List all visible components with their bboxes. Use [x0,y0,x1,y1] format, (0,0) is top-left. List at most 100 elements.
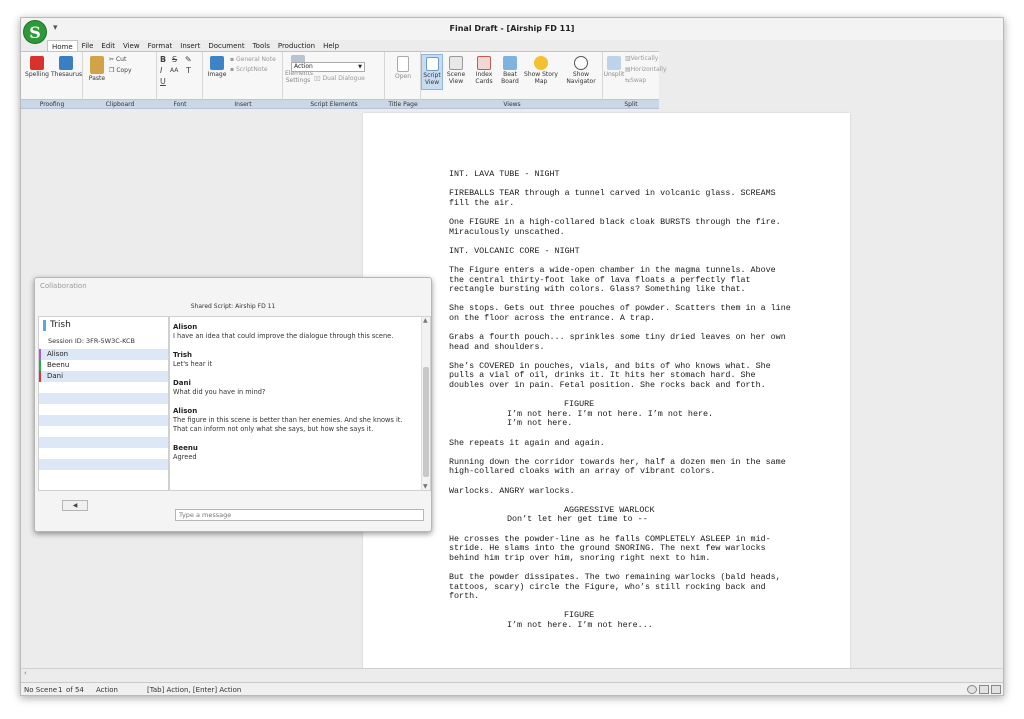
participant-beenu[interactable]: Beenu [39,360,168,371]
participant-empty-row [39,437,168,448]
script-action[interactable]: Running down the corridor towards her, h… [449,457,794,477]
script-action[interactable]: She repeats it again and again. [449,438,794,449]
underline-button[interactable]: U [160,77,166,86]
element-type-select[interactable]: Action ▼ [291,62,365,72]
chat-message-input[interactable] [175,509,424,521]
chat-message-author: Beenu [173,444,198,452]
highlight-pen-icon[interactable]: ✎ [185,55,192,64]
split-horizontally-button[interactable]: ▤Horizontally [625,66,667,73]
chat-message-author: Dani [173,379,191,387]
participant-empty-row [39,459,168,470]
script-view-button[interactable]: Script View [421,54,443,90]
bold-button[interactable]: B [160,55,166,64]
beat-board-button[interactable]: Beat Board [499,56,521,85]
scroll-left-icon[interactable]: ‹ [24,669,27,677]
copy-button[interactable]: ❐ Copy [109,67,132,74]
script-action[interactable]: One FIGURE in a high-collared black cloa… [449,217,794,237]
script-action[interactable]: She stops. Gets out three pouches of pow… [449,303,794,323]
image-label: Image [207,71,227,78]
italic-button[interactable]: I [160,66,162,75]
normal-view-icon[interactable] [991,685,1001,694]
script-scene[interactable]: INT. LAVA TUBE - NIGHT [449,169,799,180]
script-action[interactable]: But the powder dissipates. The two remai… [449,572,794,602]
scroll-up-icon[interactable]: ▲ [423,317,428,324]
script-action[interactable]: Warlocks. ANGRY warlocks. [449,486,794,497]
index-cards-button[interactable]: Index Cards [471,56,497,85]
audio-button[interactable]: ◀ [62,500,88,511]
spelling-button[interactable]: Spelling [25,56,49,78]
status-element: Action [96,686,118,694]
script-scene[interactable]: INT. VOLCANIC CORE - NIGHT [449,246,799,257]
chat-message: Dani What did you have in mind? [173,379,418,397]
paste-label: Paste [88,75,106,82]
index-cards-icon [477,56,491,70]
spelling-label: Spelling [25,71,49,78]
participant-alison[interactable]: Alison [39,349,168,360]
note-icon: ▪ [230,56,235,63]
view-mode-icons [967,685,1001,694]
cut-button[interactable]: ✂ Cut [109,56,126,63]
script-page[interactable]: INT. LAVA TUBE - NIGHT FIREBALLS TEAR thr… [363,113,850,673]
ribbon-group-proofing: Spelling Thesaurus [21,52,83,101]
script-note-button[interactable]: ▪ ScriptNote [230,66,268,73]
thesaurus-button[interactable]: Thesaurus [51,56,82,78]
script-dialogue[interactable]: I’m not here. I’m not here. I’m not here… [507,409,717,429]
speaker-icon: ◀ [72,502,78,509]
unsplit-button[interactable]: Unsplit [603,56,625,78]
current-user-name: Trish [43,320,71,331]
participant-empty-row [39,470,168,481]
script-dialogue[interactable]: I’m not here. I’m not here... [507,620,717,631]
strikethrough-button[interactable]: S [172,55,177,64]
scroll-down-icon[interactable]: ▼ [423,483,428,490]
font-size-button[interactable]: AA [170,67,178,74]
participant-dani[interactable]: Dani [39,371,168,382]
script-action[interactable]: FIREBALLS TEAR through a tunnel carved i… [449,188,794,208]
ribbon-group-font: B S ✎ I AA T U [157,52,203,101]
title-page-open-button[interactable]: Open [389,56,417,80]
beat-board-label-1: Beat [503,71,517,78]
script-elements-group-label: Script Elements [310,101,358,108]
script-dialogue[interactable]: Don’t let her get time to -- [507,515,717,525]
script-body[interactable]: INT. LAVA TUBE - NIGHT FIREBALLS TEAR thr… [449,169,799,640]
scene-view-icon [449,56,463,70]
chat-message-author: Alison [173,407,198,415]
app-logo-icon[interactable]: S [23,20,47,44]
chat-message-text: Let's hear it [173,360,213,368]
text-color-button[interactable]: T [186,66,191,75]
script-action[interactable]: Grabs a fourth pouch... sprinkles some t… [449,332,794,352]
title-bar: ▾ Final Draft - [Airship FD 11] [21,18,1003,40]
story-map-label-1: Show Story [524,71,558,78]
chat-message: Trish Let's hear it [173,351,418,369]
chat-scrollbar[interactable]: ▲ ▼ [421,317,430,490]
shared-script-label: Shared Script: Airship FD 11 [190,303,276,310]
story-map-button[interactable]: Show Story Map [523,56,559,85]
general-note-button[interactable]: ▪ General Note [230,56,276,63]
split-vertically-button[interactable]: ▥Vertically [625,55,658,62]
script-action[interactable]: The Figure enters a wide-open chamber in… [449,265,794,295]
dual-dialogue-button[interactable]: ▯▯ Dual Dialogue [314,75,365,82]
swap-label: Swap [630,77,647,84]
horizontal-scrollbar[interactable]: ‹ [21,668,1003,678]
chat-scroll-thumb[interactable] [423,367,429,477]
image-button[interactable]: Image [206,56,228,78]
scene-view-button[interactable]: Scene View [445,56,467,85]
unsplit-label: Unsplit [603,71,625,78]
script-action[interactable]: She’s COVERED in pouches, vials, and bit… [449,361,794,391]
participant-empty-row [39,415,168,426]
image-icon [210,56,224,70]
scene-view-label-1: Scene [446,71,466,78]
page-view-icon[interactable] [979,685,989,694]
status-page-count: of 54 [66,686,84,694]
participants-pane: Trish Session ID: 3FR-5W3C-KCB Alison Be… [38,316,169,491]
paste-button[interactable]: Paste [86,56,108,82]
ribbon-group-split: Unsplit ▥Vertically ▤Horizontally ⇆Swap [603,52,667,101]
script-action[interactable]: He crosses the powder-line as he falls C… [449,534,794,564]
show-navigator-button[interactable]: Show Navigator [561,56,601,85]
chat-messages: Alison I have an idea that could improve … [173,323,418,472]
swap-button[interactable]: ⇆Swap [625,77,646,84]
chat-log[interactable]: Alison I have an idea that could improve … [169,316,431,491]
participant-empty-row [39,426,168,437]
night-mode-icon[interactable] [967,685,977,694]
ribbon-group-title-page: Open [385,52,421,101]
chat-message: Alison I have an idea that could improve … [173,323,418,341]
